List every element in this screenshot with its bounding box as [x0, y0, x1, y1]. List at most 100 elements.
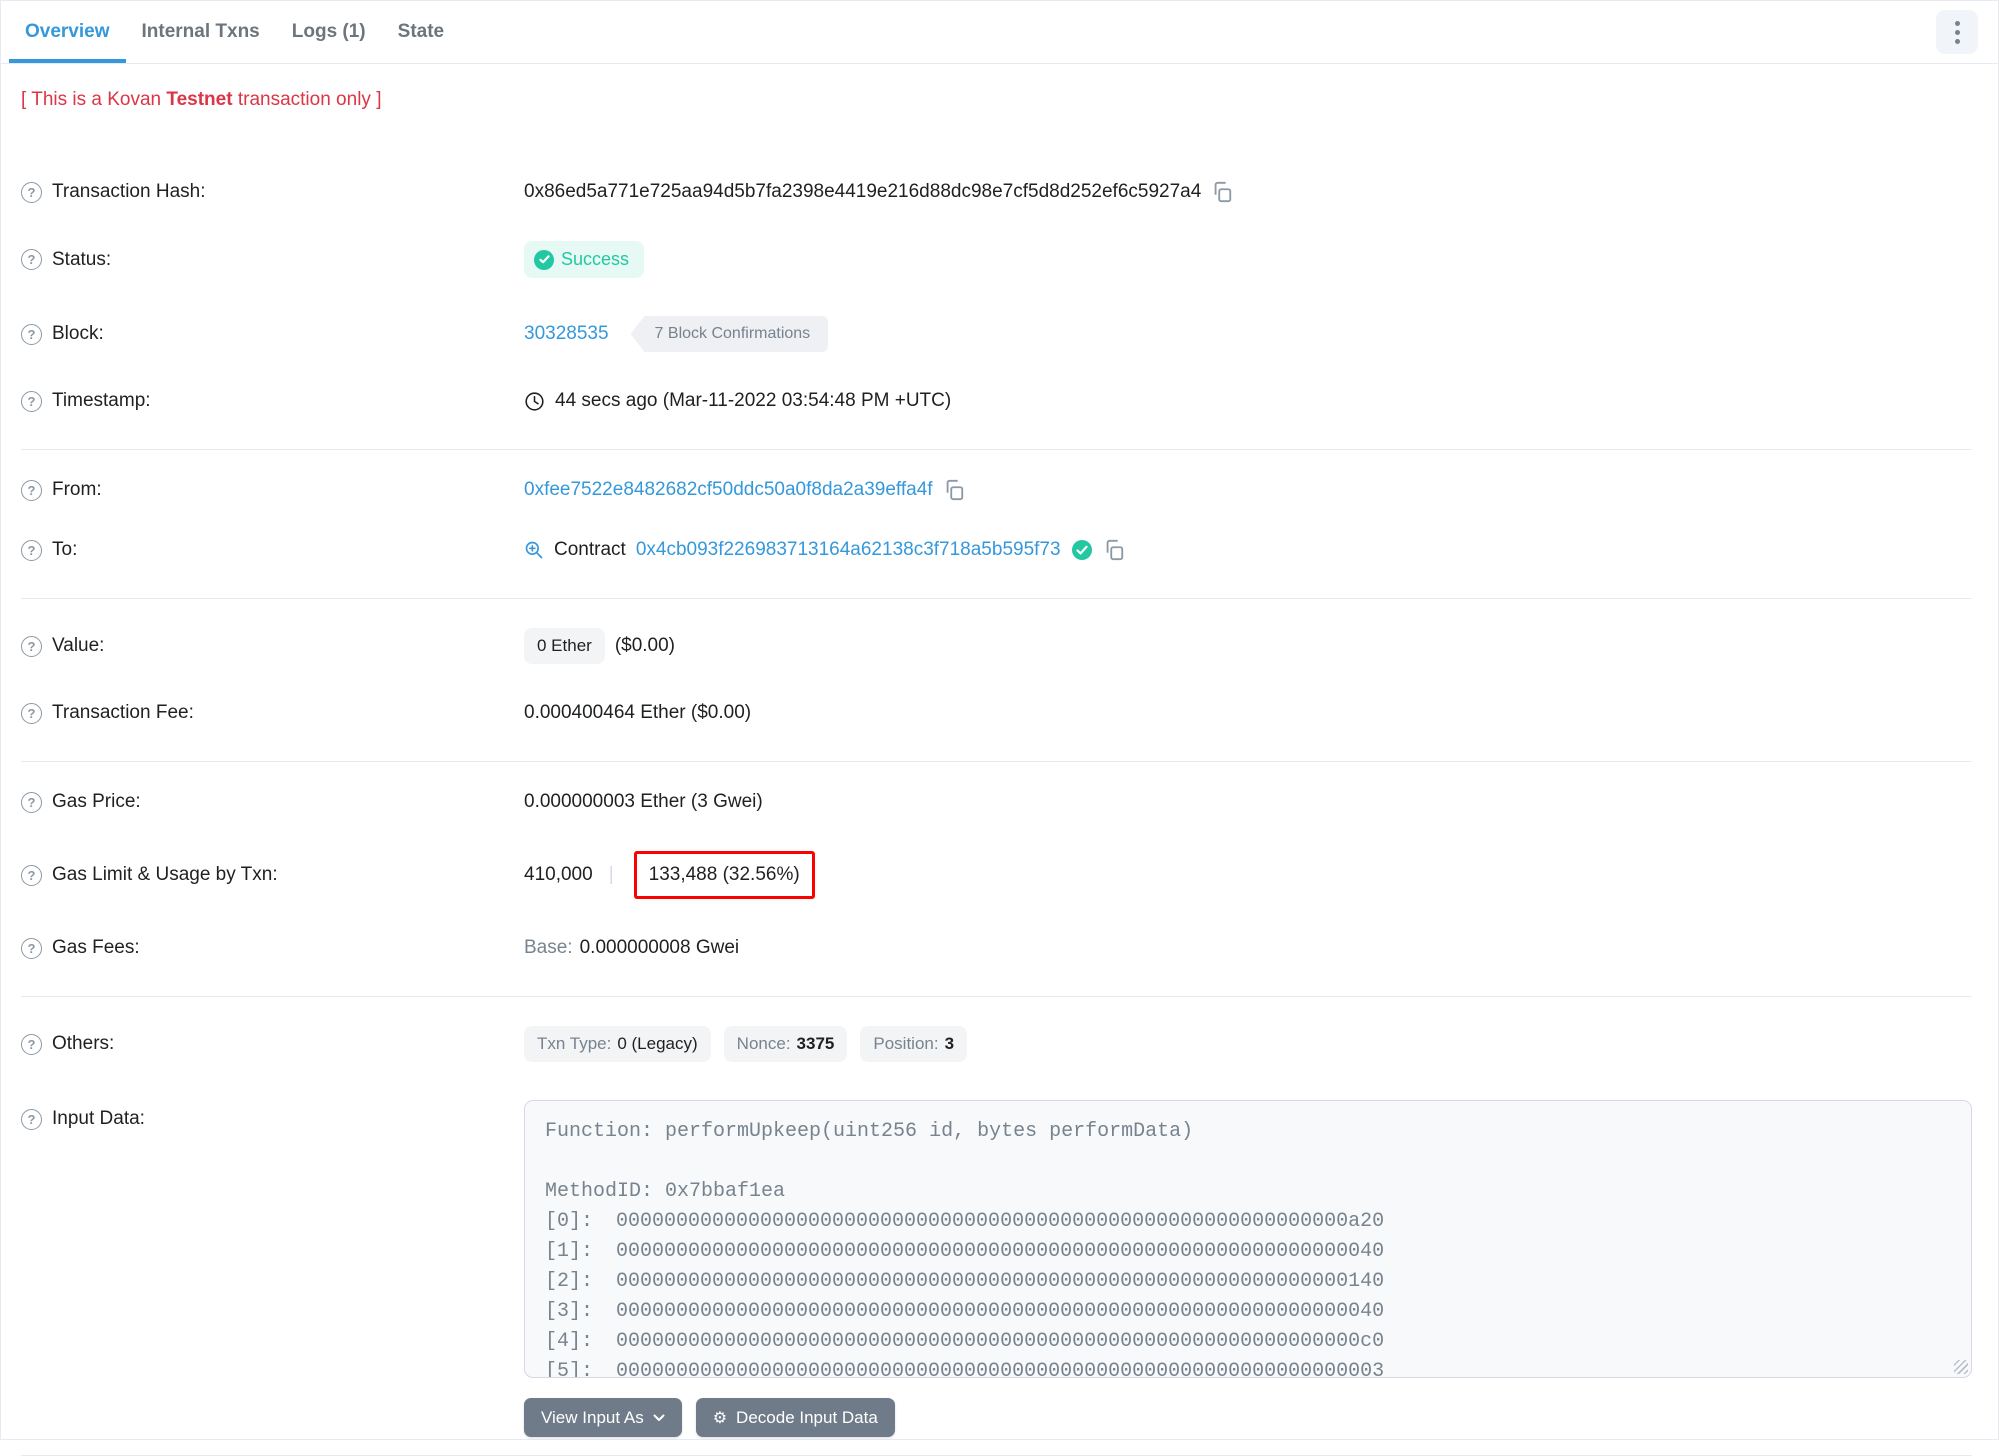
status-badge: Success [524, 241, 645, 278]
param-index: [2]: [545, 1270, 594, 1293]
help-icon[interactable]: ? [21, 539, 42, 561]
row-label-text: Gas Price: [52, 791, 141, 812]
help-icon[interactable]: ? [21, 181, 42, 203]
row-label-text: Gas Fees: [52, 937, 140, 958]
row-block: ? Block: 30328535 7 Block Confirmations [21, 297, 1972, 371]
help-icon[interactable]: ? [21, 249, 42, 270]
row-label-text: Input Data: [52, 1108, 145, 1129]
banner-bold-text: Testnet [166, 89, 233, 110]
overview-panel: [ This is a Kovan Testnet transaction on… [1, 64, 1998, 1456]
input-param-line: [2]: 000000000000000000000000000000000000… [545, 1267, 1951, 1297]
help-icon[interactable]: ? [21, 635, 42, 657]
param-index: [0]: [545, 1210, 594, 1233]
help-icon[interactable]: ? [21, 479, 42, 501]
row-status: ? Status: Success [21, 222, 1972, 297]
help-icon[interactable]: ? [21, 1033, 42, 1055]
row-input-data: ? Input Data: Function: performUpkeep(ui… [21, 1081, 1972, 1437]
badge-value: 0 (Legacy) [617, 1034, 698, 1053]
gas-fees-base-value: 0.000000008 Gwei [579, 937, 740, 958]
input-param-line: [1]: 000000000000000000000000000000000000… [545, 1237, 1951, 1267]
tab-bar: Overview Internal Txns Logs (1) State [1, 1, 1998, 64]
row-to: ? To: Contract 0x4cb093f226983713164a621… [21, 520, 1972, 580]
testnet-banner: [ This is a Kovan Testnet transaction on… [21, 80, 1972, 111]
verified-contract-icon [1071, 539, 1093, 561]
zoom-in-icon[interactable] [524, 540, 544, 560]
value-usd: ($0.00) [614, 635, 676, 656]
to-type-text: Contract [554, 539, 626, 560]
row-timestamp: ? Timestamp: 44 secs ago (Mar-11-2022 03… [21, 371, 1972, 431]
tab-internal-txns[interactable]: Internal Txns [126, 5, 276, 63]
value-badge: 0 Ether [524, 628, 605, 664]
block-number-link[interactable]: 30328535 [524, 323, 609, 345]
input-data-textarea[interactable]: Function: performUpkeep(uint256 id, byte… [524, 1100, 1972, 1378]
button-label: View Input As [541, 1407, 644, 1427]
block-confirmations-badge: 7 Block Confirmations [630, 316, 829, 352]
help-icon[interactable]: ? [21, 864, 42, 886]
banner-text: transaction only ] [232, 89, 382, 110]
transaction-detail-page: { "tabs": { "overview": "Overview", "int… [0, 0, 1999, 1456]
input-function-line: Function: performUpkeep(uint256 id, byte… [545, 1120, 1194, 1143]
badge-key: Position: [873, 1034, 939, 1053]
decode-input-data-button[interactable]: ⚙ Decode Input Data [695, 1398, 895, 1437]
view-input-as-button[interactable]: View Input As [524, 1398, 682, 1437]
param-value: 0000000000000000000000000000000000000000… [616, 1270, 1385, 1293]
row-label-text: To: [52, 539, 78, 560]
badge-value: 3375 [796, 1034, 835, 1053]
row-others: ? Others: Txn Type: 0 (Legacy) Nonce: 33… [21, 1007, 1972, 1081]
tab-state[interactable]: State [382, 5, 460, 63]
param-value: 0000000000000000000000000000000000000000… [616, 1330, 1385, 1353]
row-from: ? From: 0xfee7522e8482682cf50ddc50a0f8da… [21, 460, 1972, 520]
chevron-down-icon [653, 1414, 665, 1422]
copy-icon[interactable] [1103, 539, 1125, 561]
kebab-menu-icon [1954, 20, 1960, 26]
help-icon[interactable]: ? [21, 1108, 42, 1130]
param-value: 0000000000000000000000000000000000000000… [616, 1360, 1385, 1378]
param-value: 0000000000000000000000000000000000000000… [616, 1300, 1385, 1323]
copy-icon[interactable] [1211, 181, 1233, 203]
nonce-badge: Nonce: 3375 [723, 1026, 848, 1062]
copy-icon[interactable] [943, 479, 965, 501]
transaction-hash-value: 0x86ed5a771e725aa94d5b7fa2398e4419e216d8… [524, 181, 1202, 202]
banner-text: [ This is a Kovan [21, 89, 167, 110]
gas-usage-value: 133,488 (32.56%) [648, 864, 800, 885]
gas-limit-value: 410,000 [524, 864, 593, 885]
param-value: 0000000000000000000000000000000000000000… [616, 1210, 1385, 1233]
row-label-text: Block: [52, 323, 104, 344]
input-data-actions: View Input As ⚙ Decode Input Data [524, 1398, 1972, 1437]
tab-logs[interactable]: Logs (1) [276, 5, 382, 63]
row-gas-fees: ? Gas Fees: Base: 0.000000008 Gwei [21, 918, 1972, 978]
row-label-text: Gas Limit & Usage by Txn: [52, 864, 278, 885]
clock-icon [524, 391, 545, 412]
decode-icon: ⚙ [712, 1409, 728, 1427]
transaction-fee-value: 0.000400464 Ether ($0.00) [524, 702, 752, 723]
row-gas-limit-usage: ? Gas Limit & Usage by Txn: 410,000 | 13… [21, 832, 1972, 918]
txn-type-badge: Txn Type: 0 (Legacy) [524, 1026, 711, 1062]
status-text: Success [561, 249, 630, 269]
input-param-line: [0]: 000000000000000000000000000000000000… [545, 1207, 1951, 1237]
param-index: [3]: [545, 1300, 594, 1323]
row-label-text: Timestamp: [52, 390, 151, 411]
to-address-link[interactable]: 0x4cb093f226983713164a62138c3f718a5b595f… [636, 539, 1061, 561]
row-label-text: Transaction Hash: [52, 181, 206, 202]
help-icon[interactable]: ? [21, 937, 42, 959]
section-divider [21, 449, 1972, 450]
tab-overview[interactable]: Overview [9, 5, 126, 63]
row-value: ? Value: 0 Ether ($0.00) [21, 609, 1972, 683]
from-address-link[interactable]: 0xfee7522e8482682cf50ddc50a0f8da2a39effa… [524, 479, 933, 501]
help-icon[interactable]: ? [21, 791, 42, 813]
badge-key: Txn Type: [537, 1034, 612, 1053]
row-transaction-fee: ? Transaction Fee: 0.000400464 Ether ($0… [21, 683, 1972, 743]
help-icon[interactable]: ? [21, 323, 42, 345]
row-label-text: Value: [52, 635, 105, 656]
row-label-text: Transaction Fee: [52, 702, 194, 723]
section-divider [21, 761, 1972, 762]
param-index: [4]: [545, 1330, 594, 1353]
gas-fees-base-label: Base: [524, 937, 573, 958]
more-options-button[interactable] [1936, 10, 1978, 54]
help-icon[interactable]: ? [21, 702, 42, 724]
input-methodid-line: MethodID: 0x7bbaf1ea [545, 1180, 786, 1203]
timestamp-value: 44 secs ago (Mar-11-2022 03:54:48 PM +UT… [555, 390, 952, 411]
help-icon[interactable]: ? [21, 390, 42, 412]
input-param-line: [3]: 000000000000000000000000000000000000… [545, 1297, 1951, 1327]
